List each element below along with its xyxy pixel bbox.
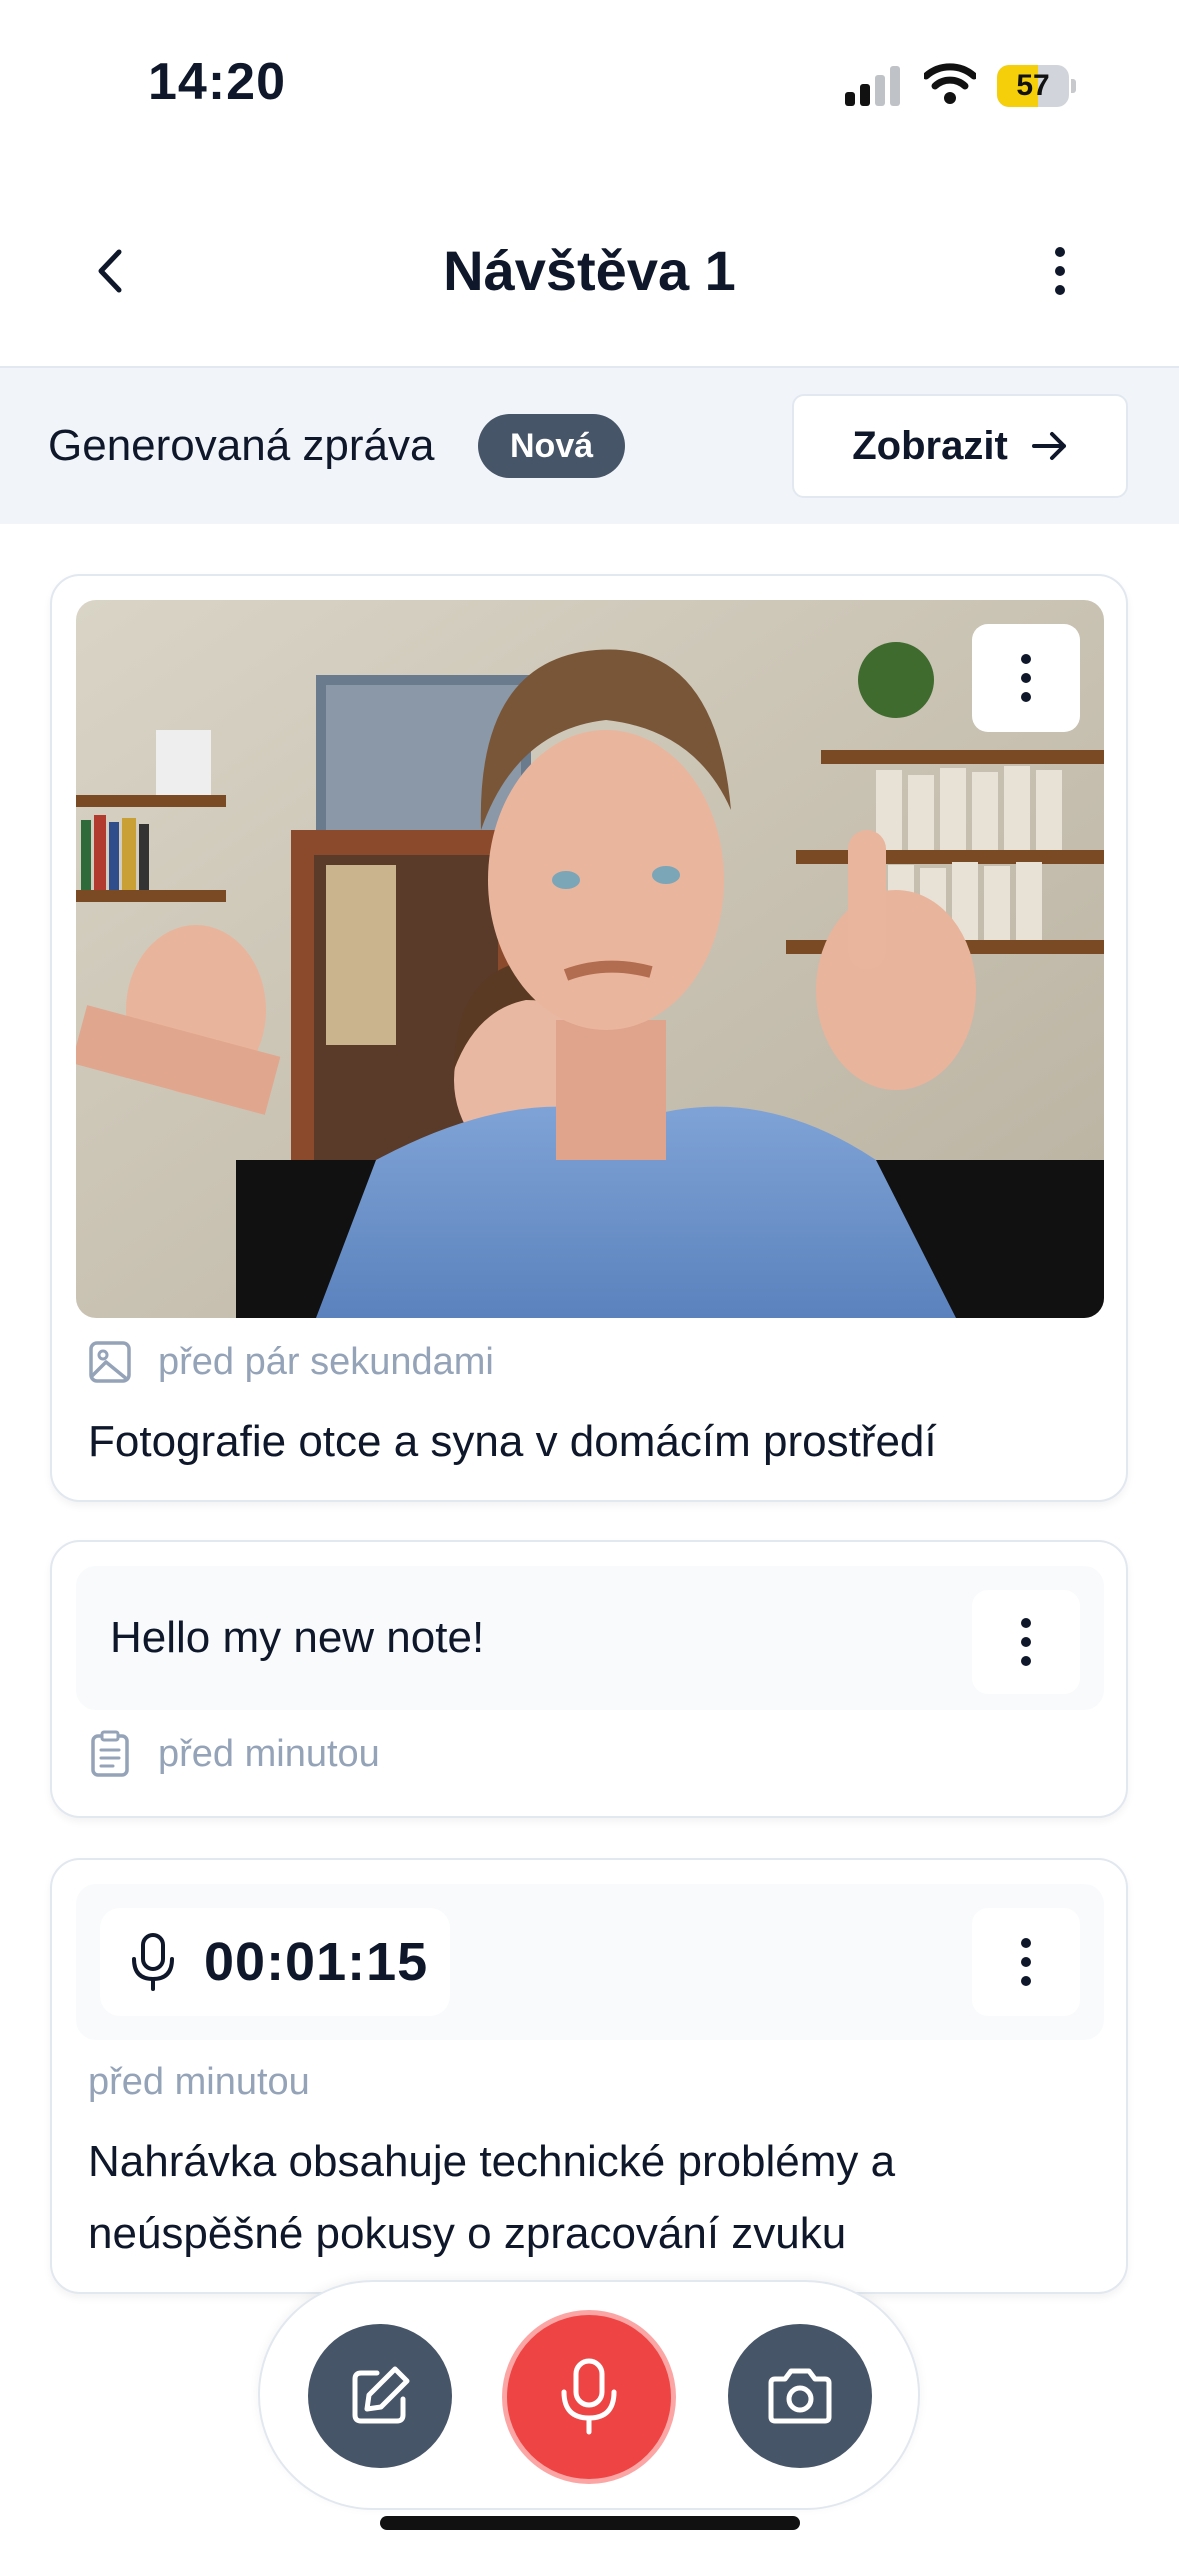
recording-menu-button[interactable]: [972, 1908, 1080, 2016]
wifi-icon: [922, 62, 978, 106]
visit-photo[interactable]: [76, 600, 1104, 1318]
show-report-button[interactable]: Zobrazit: [792, 394, 1128, 498]
more-vertical-icon: [1055, 247, 1065, 295]
record-button[interactable]: [502, 2310, 676, 2484]
cellular-signal-icon: [845, 66, 903, 106]
more-vertical-icon: [1021, 1618, 1031, 1666]
take-photo-button[interactable]: [728, 2324, 872, 2468]
photo-menu-button[interactable]: [972, 624, 1080, 732]
microphone-icon: [132, 1933, 174, 1991]
recording-summary-line2: neúspěšné pokusy o zpracování zvuku: [88, 2209, 847, 2258]
home-indicator: [380, 2516, 800, 2530]
page-title: Návštěva 1: [443, 239, 736, 302]
microphone-icon: [561, 2358, 617, 2435]
recording-summary-line1: Nahrávka obsahuje technické problémy a: [88, 2137, 896, 2186]
battery-indicator: 57: [997, 65, 1076, 107]
photo-caption: Fotografie otce a syna v domácím prostře…: [88, 1417, 937, 1466]
edit-note-icon: [352, 2366, 410, 2424]
more-vertical-icon: [1021, 654, 1031, 702]
generated-report-label: Generovaná zpráva: [48, 421, 435, 470]
more-options-button[interactable]: [1030, 236, 1090, 306]
arrow-right-icon: [1031, 432, 1066, 460]
new-badge: Nová: [478, 414, 626, 478]
note-menu-button[interactable]: [972, 1590, 1080, 1694]
note-timestamp: před minutou: [158, 1733, 380, 1775]
battery-percentage: 57: [1016, 69, 1050, 102]
note-text: Hello my new note!: [110, 1613, 485, 1662]
photo-timestamp: před pár sekundami: [158, 1341, 494, 1383]
recording-timestamp: před minutou: [88, 2061, 310, 2103]
status-time: 14:20: [148, 53, 286, 111]
add-note-button[interactable]: [308, 2324, 452, 2468]
image-icon: [88, 1340, 132, 1384]
audio-player[interactable]: 00:01:15: [100, 1908, 450, 2016]
recording-duration: 00:01:15: [204, 1932, 429, 1992]
clipboard-icon: [90, 1730, 130, 1778]
show-report-label: Zobrazit: [852, 423, 1008, 468]
camera-icon: [768, 2368, 832, 2424]
more-vertical-icon: [1021, 1938, 1031, 1986]
